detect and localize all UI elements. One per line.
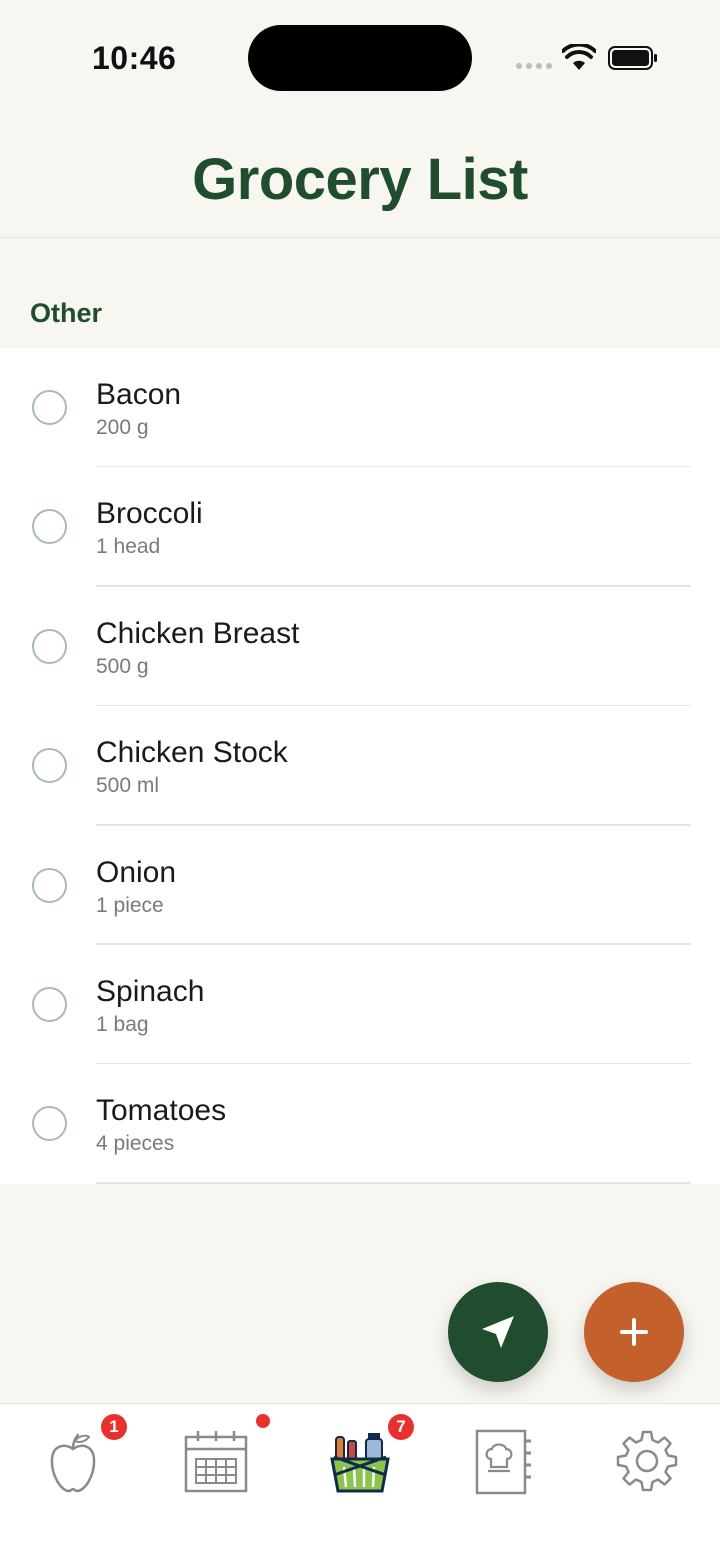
item-quantity: 1 piece xyxy=(96,893,164,917)
checkbox[interactable] xyxy=(32,987,67,1022)
page-title: Grocery List xyxy=(192,147,528,212)
list-item[interactable]: Chicken Stock 500 ml xyxy=(0,706,720,826)
checkbox[interactable] xyxy=(32,390,67,425)
list-item[interactable]: Broccoli 1 head xyxy=(0,467,720,587)
divider xyxy=(96,1182,691,1184)
grocery-count-badge: 7 xyxy=(388,1414,414,1440)
tab-bar: 1 7 xyxy=(0,1403,720,1565)
cellular-signal-icon xyxy=(516,63,552,69)
checkbox[interactable] xyxy=(32,867,67,903)
plus-icon xyxy=(620,1318,648,1346)
list-item[interactable]: Spinach 1 bag xyxy=(0,945,720,1065)
header: Grocery List xyxy=(0,110,720,238)
item-name: Chicken Breast xyxy=(96,616,300,650)
tab-grocery-list[interactable]: 7 xyxy=(320,1414,414,1502)
item-name: Broccoli xyxy=(96,497,203,531)
gear-icon xyxy=(616,1430,678,1492)
checkbox[interactable] xyxy=(32,748,67,784)
wifi-icon xyxy=(562,44,596,70)
grocery-list: Bacon 200 g Broccoli 1 head Chicken Brea… xyxy=(0,348,720,1184)
item-quantity: 200 g xyxy=(96,416,149,439)
meal-plan-dot-badge xyxy=(256,1414,270,1428)
list-item[interactable]: Tomatoes 4 pieces xyxy=(0,1064,720,1184)
item-quantity: 1 bag xyxy=(96,1013,149,1036)
checkbox[interactable] xyxy=(32,628,67,664)
item-quantity: 500 ml xyxy=(96,774,160,798)
grocery-basket-icon xyxy=(330,1433,390,1493)
apple-icon xyxy=(50,1433,96,1493)
tab-meal-plan[interactable] xyxy=(176,1414,270,1502)
tab-recipes[interactable] xyxy=(463,1422,543,1502)
item-name: Spinach xyxy=(96,975,205,1008)
item-name: Chicken Stock xyxy=(96,736,288,770)
item-quantity: 500 g xyxy=(96,654,149,678)
dynamic-island xyxy=(248,25,472,91)
list-item[interactable]: Bacon 200 g xyxy=(0,348,720,468)
navigate-button[interactable] xyxy=(448,1282,548,1382)
status-time: 10:46 xyxy=(92,40,177,76)
add-item-button[interactable] xyxy=(584,1282,684,1382)
recipe-book-icon xyxy=(475,1429,531,1495)
section-label: Other xyxy=(30,298,103,328)
item-quantity: 4 pieces xyxy=(96,1132,175,1156)
pantry-badge: 1 xyxy=(101,1414,127,1440)
battery-icon xyxy=(608,46,657,70)
item-name: Bacon xyxy=(96,378,182,411)
calendar-icon xyxy=(184,1431,248,1493)
tab-pantry[interactable]: 1 xyxy=(33,1414,127,1502)
checkbox[interactable] xyxy=(32,1106,67,1142)
item-name: Tomatoes xyxy=(96,1094,227,1128)
item-quantity: 1 head xyxy=(96,535,161,559)
item-name: Onion xyxy=(96,855,177,889)
location-arrow-icon xyxy=(482,1316,514,1348)
tab-settings[interactable] xyxy=(607,1422,687,1502)
list-item[interactable]: Onion 1 piece xyxy=(0,826,720,945)
status-bar: 10:46 xyxy=(0,0,720,110)
list-item[interactable]: Chicken Breast 500 g xyxy=(0,587,720,707)
checkbox[interactable] xyxy=(32,509,67,545)
